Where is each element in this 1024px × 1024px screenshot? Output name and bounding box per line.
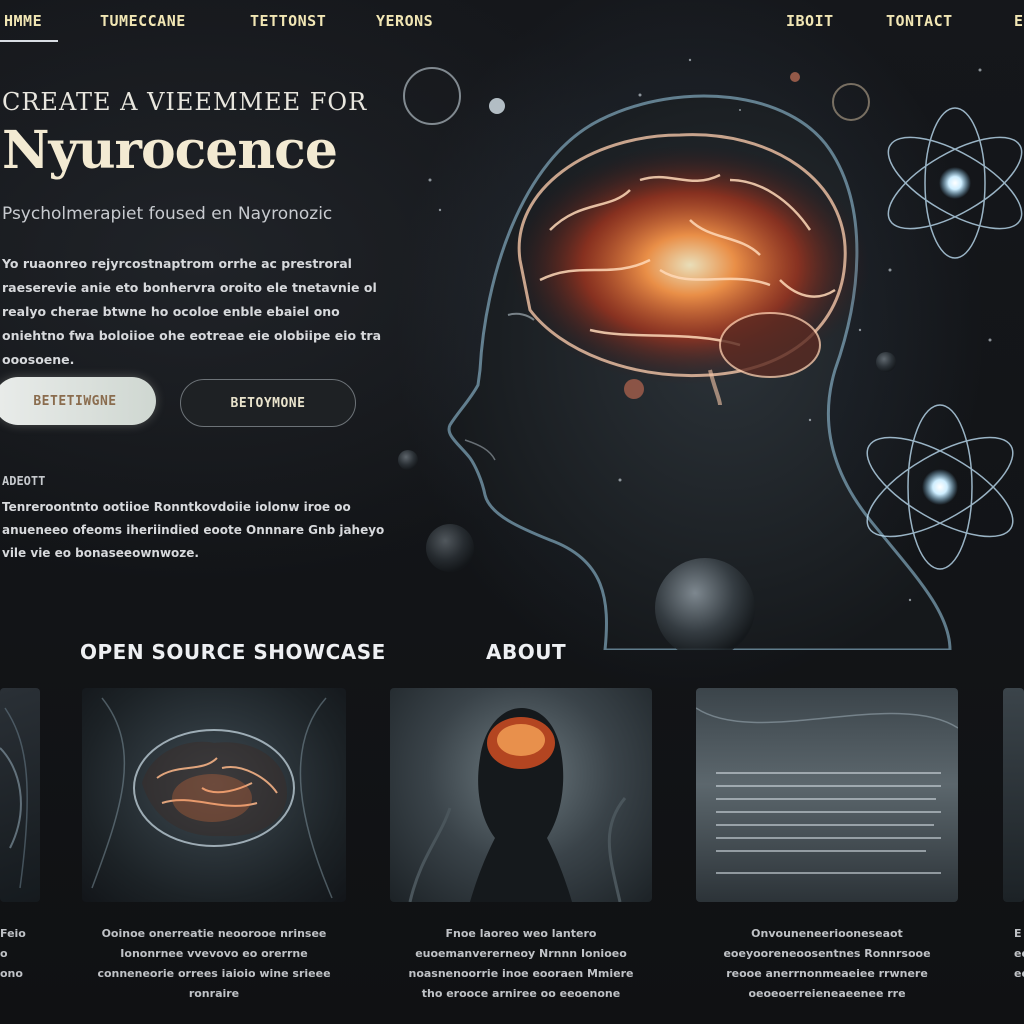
glowing-brain-image (91, 697, 333, 899)
card-left-image (0, 707, 28, 889)
about-block-label: ADEOTT (2, 474, 46, 488)
nav-item-edge[interactable]: E (1014, 12, 1024, 30)
card-caption-3: Onvouneneeriooneseaot eoeyooreneoosentne… (723, 927, 931, 1000)
hero-brain-illustration (398, 58, 1023, 650)
card-caption-1: Ooinoe onerreatie neoorooe nrinsee Ionon… (97, 927, 331, 1000)
primary-cta-button[interactable]: BETETIWGNE (0, 377, 156, 425)
active-nav-underline (0, 40, 58, 42)
nav-item-about[interactable]: IBOIT (786, 12, 834, 30)
card-partial-left[interactable] (0, 688, 40, 902)
hero-kicker: CREATE A VIEEMMEE FOR (2, 88, 368, 116)
glowing-head-image (408, 708, 627, 902)
section-title-showcase: OPEN SOURCE SHOWCASE (80, 640, 386, 664)
nav-item-4[interactable]: YERONS (376, 12, 433, 30)
about-block-text: Tenreroontnto ootiioe Ronntkovdoiie iolo… (2, 500, 385, 560)
about-card-2[interactable] (390, 688, 652, 902)
text-collage-image (696, 707, 958, 874)
card-caption-partial-left: Feio o ono oo (0, 927, 26, 980)
card-caption-partial-right: E eo ee (1014, 927, 1024, 980)
card-partial-right[interactable] (1003, 688, 1024, 902)
showcase-card-3[interactable] (696, 688, 958, 902)
section-title-about: ABOUT (486, 640, 567, 664)
nav-item-home[interactable]: HMME (4, 12, 42, 30)
showcase-card-1[interactable] (82, 688, 346, 902)
hero-paragraph: Yo ruaonreo rejyrcostnaptrom orrhe ac pr… (2, 256, 382, 367)
nav-item-3[interactable]: TETTONST (250, 12, 326, 30)
nav-item-2[interactable]: TUMECCANE (100, 12, 186, 30)
secondary-cta-button[interactable]: BETOYMONE (180, 379, 356, 427)
nav-item-contact[interactable]: TONTACT (886, 12, 953, 30)
hero-title: Nyurocence (2, 120, 338, 181)
hero-tagline: Psycholmerapiet foused en Nayronozic (2, 204, 333, 224)
card-caption-2: Fnoe laoreo weo lantero euoemanvererneoy… (408, 927, 634, 1000)
